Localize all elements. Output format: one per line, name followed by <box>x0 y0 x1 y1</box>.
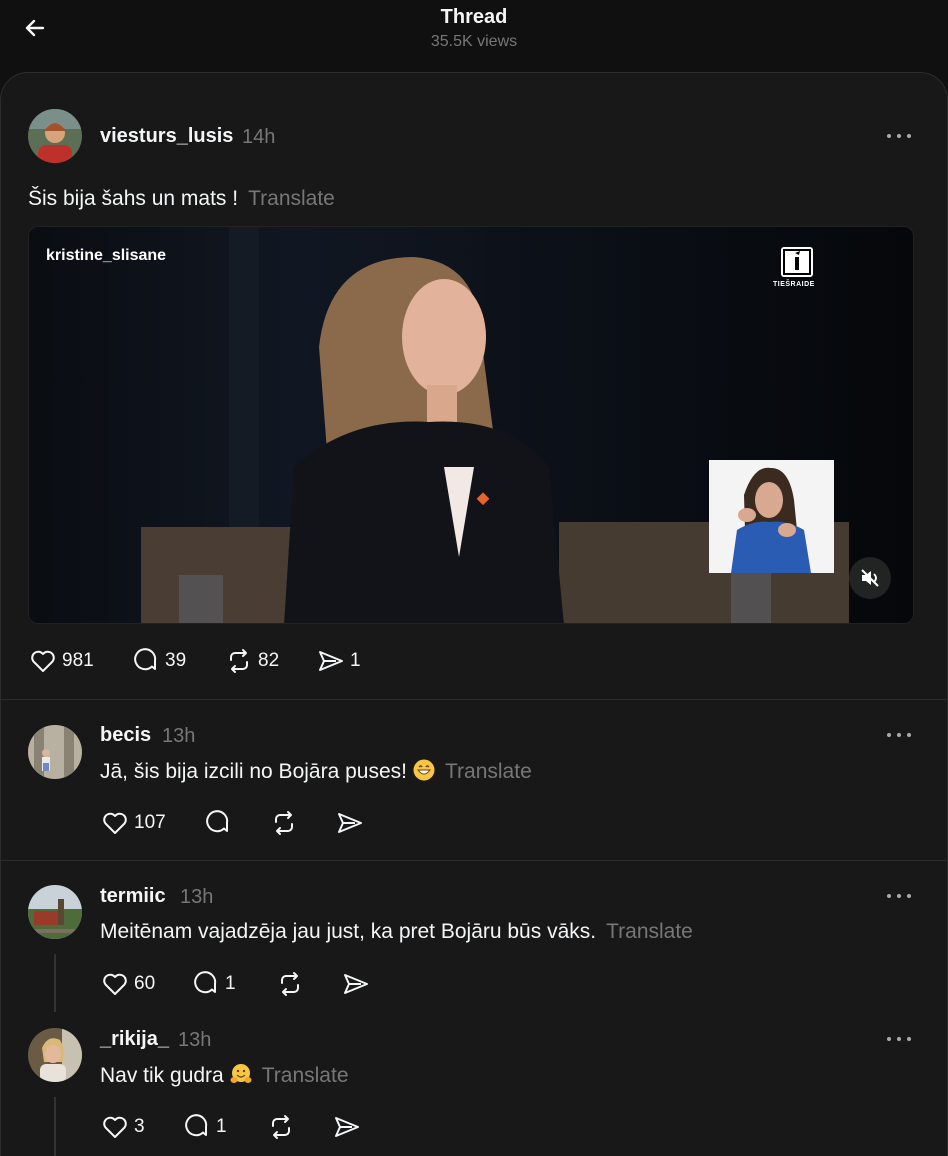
reply-text-line: Nav tik gudra Translate <box>100 1063 349 1088</box>
thread-connector-line <box>54 1097 56 1156</box>
reply-text: Jā, šis bija izcili no Bojāra puses! <box>100 760 407 783</box>
translate-link[interactable]: Translate <box>248 187 335 210</box>
like-count: 107 <box>134 812 166 833</box>
share-button[interactable] <box>332 1112 362 1142</box>
broadcaster-logo <box>781 247 813 277</box>
heart-icon <box>103 1116 127 1138</box>
repost-icon <box>281 972 299 996</box>
post-time: 14h <box>242 126 276 148</box>
send-icon <box>335 1117 359 1137</box>
post-text: Šis bija šahs un mats ! <box>28 187 239 210</box>
top-bar: Thread 35.5K views <box>0 0 948 72</box>
reply-username[interactable]: _rikija_ <box>100 1028 169 1051</box>
share-button[interactable] <box>335 808 365 838</box>
reply-text: Meitēnam vajadzēja jau just, ka pret Boj… <box>100 920 597 943</box>
repost-button[interactable]: 82 <box>224 646 279 676</box>
reply-text-line: Meitēnam vajadzēja jau just, ka pret Boj… <box>100 920 693 944</box>
like-count: 981 <box>62 650 94 671</box>
repost-count: 82 <box>258 650 280 671</box>
heart-icon <box>103 812 127 834</box>
comment-button[interactable]: 1 <box>191 969 236 999</box>
reply-time: 13h <box>178 1029 212 1051</box>
repost-button[interactable] <box>266 1112 296 1142</box>
broadcaster-logo-text: TIEŠRAIDE <box>773 281 815 288</box>
divider <box>1 699 947 700</box>
like-button[interactable]: 107 <box>100 808 166 838</box>
like-button[interactable]: 60 <box>100 969 155 999</box>
more-options-icon[interactable] <box>884 1029 916 1049</box>
comment-button[interactable] <box>203 808 233 838</box>
translate-link[interactable]: Translate <box>445 760 532 783</box>
share-button[interactable] <box>341 969 371 999</box>
avatar[interactable] <box>28 725 82 779</box>
reply-username[interactable]: becis <box>100 724 151 747</box>
send-icon <box>338 813 362 833</box>
reply-username[interactable]: termiic <box>100 885 166 908</box>
comment-icon <box>185 1114 208 1137</box>
like-count: 3 <box>134 1116 145 1137</box>
repost-button[interactable] <box>269 808 299 838</box>
heart-icon <box>103 973 127 995</box>
post-text-line: Šis bija šahs un mats ! Translate <box>28 187 335 211</box>
heart-icon <box>31 650 55 672</box>
send-icon <box>319 651 343 671</box>
mute-icon[interactable] <box>849 557 891 599</box>
more-options-icon[interactable] <box>884 126 916 146</box>
like-count: 60 <box>134 973 156 994</box>
avatar[interactable] <box>28 885 82 939</box>
send-icon <box>344 974 368 994</box>
video-player[interactable]: kristine_slisane TIEŠRAIDE <box>28 226 914 624</box>
repost-icon <box>275 811 293 835</box>
thread-connector-line <box>54 954 56 1012</box>
comment-icon <box>206 810 229 833</box>
grinning-face-emoji <box>413 759 435 781</box>
translate-link[interactable]: Translate <box>606 920 693 943</box>
comment-icon <box>134 648 157 671</box>
video-overlay-username[interactable]: kristine_slisane <box>46 247 166 265</box>
post-username[interactable]: viesturs_lusis <box>100 125 233 148</box>
share-count: 1 <box>350 650 361 671</box>
share-button[interactable]: 1 <box>316 646 361 676</box>
reply-time: 13h <box>180 886 214 908</box>
comment-icon <box>194 971 217 994</box>
avatar[interactable] <box>28 1028 82 1082</box>
more-options-icon[interactable] <box>884 886 916 906</box>
like-button[interactable]: 3 <box>100 1112 145 1142</box>
comment-button[interactable]: 1 <box>182 1112 227 1142</box>
reply-text: Nav tik gudra <box>100 1064 224 1087</box>
hugging-face-emoji <box>230 1063 252 1085</box>
repost-icon <box>272 1115 290 1139</box>
comment-count: 39 <box>165 650 187 671</box>
reply-text-line: Jā, šis bija izcili no Bojāra puses! Tra… <box>100 759 532 784</box>
translate-link[interactable]: Translate <box>262 1064 349 1087</box>
comment-button[interactable]: 39 <box>131 646 186 676</box>
comment-count: 1 <box>225 973 236 994</box>
more-options-icon[interactable] <box>884 725 916 745</box>
comment-count: 1 <box>216 1116 227 1137</box>
thread-panel: viesturs_lusis 14h Šis bija šahs un mats… <box>0 72 948 1156</box>
reply-time: 13h <box>162 725 196 747</box>
repost-button[interactable] <box>275 969 305 999</box>
page-title: Thread <box>440 6 508 28</box>
like-button[interactable]: 981 <box>28 646 94 676</box>
divider <box>1 860 947 861</box>
repost-icon <box>230 649 248 673</box>
sign-language-inset <box>709 460 834 573</box>
avatar[interactable] <box>28 109 82 163</box>
view-count: 35.5K views <box>430 33 518 50</box>
